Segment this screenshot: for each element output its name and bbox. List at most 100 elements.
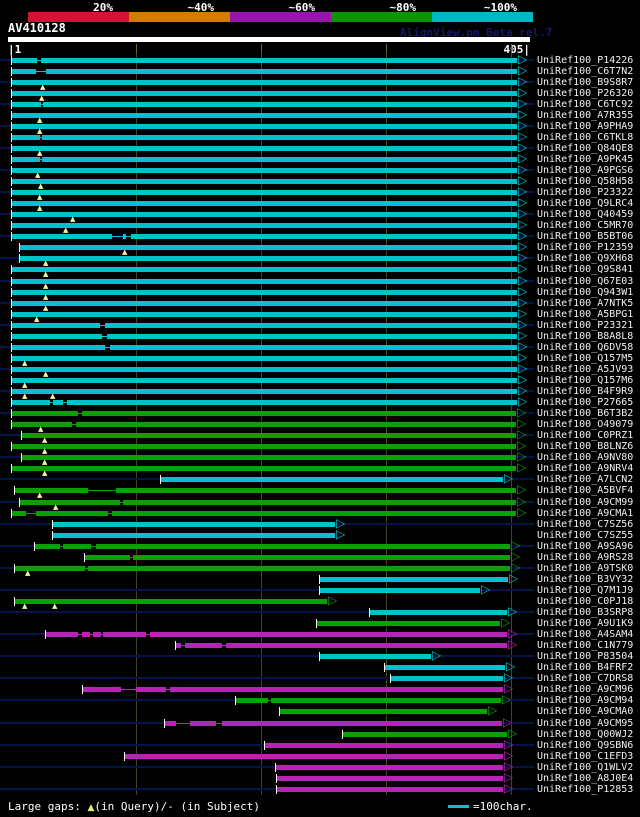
hit-label[interactable]: UniRef100_Q67E03	[537, 276, 633, 287]
hit-label[interactable]: UniRef100_P23321	[537, 320, 633, 331]
hit-label[interactable]: UniRef100_B8LNZ6	[537, 441, 633, 452]
alignment-start-tick	[11, 288, 12, 297]
hit-label[interactable]: UniRef100_A9CMA1	[537, 508, 633, 519]
hit-label[interactable]: UniRef100_Q1WLV2	[537, 762, 633, 773]
hit-label[interactable]: UniRef100_Q157M5	[537, 353, 633, 364]
hit-label[interactable]: UniRef100_C1N779	[537, 640, 633, 651]
hit-label[interactable]: UniRef100_P12359	[537, 242, 633, 253]
query-gap-mark: ▲	[38, 182, 44, 190]
hit-label[interactable]: UniRef100_A9CM99	[537, 497, 633, 508]
hit-label[interactable]: UniRef100_A9PGS6	[537, 165, 633, 176]
subject-gap-mark	[40, 135, 42, 140]
hit-label[interactable]: UniRef100_C1EFD3	[537, 751, 633, 762]
hit-label[interactable]: UniRef100_C5MR70	[537, 220, 633, 231]
hit-label[interactable]: UniRef100_C0PJ18	[537, 596, 633, 607]
hit-label[interactable]: UniRef100_A5BPG1	[537, 309, 633, 320]
hit-label[interactable]: UniRef100_A5BVF4	[537, 485, 633, 496]
hit-label[interactable]: UniRef100_Q9LRC4	[537, 198, 633, 209]
subject-gap-line	[100, 325, 105, 326]
hit-label[interactable]: UniRef100_C6TC92	[537, 99, 633, 110]
hit-label[interactable]: UniRef100_C0PRZ1	[537, 430, 633, 441]
hit-label[interactable]: UniRef100_P26320	[537, 88, 633, 99]
alignment-start-tick	[11, 398, 12, 407]
alignment-bar	[12, 400, 517, 405]
hit-label[interactable]: UniRef100_C7SZ55	[537, 530, 633, 541]
hit-label[interactable]: UniRef100_B3VY32	[537, 574, 633, 585]
alignment-bar	[46, 632, 507, 637]
subject-gap-mark	[36, 69, 46, 74]
hit-label[interactable]: UniRef100_A9RS28	[537, 552, 633, 563]
hit-label[interactable]: UniRef100_C6TKL8	[537, 132, 633, 143]
hit-label[interactable]: UniRef100_A9NRV4	[537, 463, 633, 474]
hit-label[interactable]: UniRef100_Q9SBN6	[537, 740, 633, 751]
ruler-tick-400	[511, 44, 512, 53]
hit-label[interactable]: UniRef100_A9TSK0	[537, 563, 633, 574]
alignment-start-tick	[11, 420, 12, 429]
hit-label[interactable]: UniRef100_O49079	[537, 419, 633, 430]
alignment-bar	[12, 378, 517, 383]
hit-label[interactable]: UniRef100_P83504	[537, 651, 633, 662]
hit-label[interactable]: UniRef100_A7R355	[537, 110, 633, 121]
hit-label[interactable]: UniRef100_A8J0E4	[537, 773, 633, 784]
hit-label[interactable]: UniRef100_A5JV93	[537, 364, 633, 375]
alignment-bar	[12, 301, 517, 306]
hit-label[interactable]: UniRef100_Q7M1J9	[537, 585, 633, 596]
alignment-start-tick	[369, 608, 370, 617]
hit-label[interactable]: UniRef100_B4FRF2	[537, 662, 633, 673]
hit-label[interactable]: UniRef100_Q6DV58	[537, 342, 633, 353]
subject-gap-line	[60, 546, 63, 547]
hit-label[interactable]: UniRef100_Q9S841	[537, 264, 633, 275]
query-gap-mark: ▲	[42, 436, 48, 444]
hit-label[interactable]: UniRef100_Q157M6	[537, 375, 633, 386]
ruler-tick-100	[136, 44, 137, 53]
alignment-bar	[12, 356, 517, 361]
hit-label[interactable]: UniRef100_Q58H58	[537, 176, 633, 187]
hit-label[interactable]: UniRef100_B4F9R9	[537, 386, 633, 397]
row-baseline	[0, 655, 534, 657]
hit-label[interactable]: UniRef100_A9NV80	[537, 452, 633, 463]
hit-label[interactable]: UniRef100_A9U1K9	[537, 618, 633, 629]
hit-label[interactable]: UniRef100_A9PK45	[537, 154, 633, 165]
hit-label[interactable]: UniRef100_Q9XH68	[537, 253, 633, 264]
hit-label[interactable]: UniRef100_B5BT06	[537, 231, 633, 242]
alignment-start-tick	[264, 741, 265, 750]
hit-label[interactable]: UniRef100_A9CM95	[537, 718, 633, 729]
hit-label[interactable]: UniRef100_A7LCN2	[537, 474, 633, 485]
alignment-bar	[12, 411, 516, 416]
hit-label[interactable]: UniRef100_Q943W1	[537, 287, 633, 298]
hit-label[interactable]: UniRef100_B6T3B2	[537, 408, 633, 419]
alignment-bar	[12, 190, 517, 195]
alignment-start-tick	[19, 254, 20, 263]
alignment-bar	[12, 91, 517, 96]
hit-label[interactable]: UniRef100_Q40459	[537, 209, 633, 220]
alignment-start-tick	[11, 56, 12, 65]
hit-label[interactable]: UniRef100_A9CM96	[537, 684, 633, 695]
ruler-start-label: |1	[8, 43, 22, 56]
hit-label[interactable]: UniRef100_P14226	[537, 55, 633, 66]
hit-label[interactable]: UniRef100_C7DRS8	[537, 673, 633, 684]
alignment-start-tick	[11, 188, 12, 197]
identity-scale-label-20%: 20%	[93, 1, 113, 14]
alignment-start-tick	[11, 232, 12, 241]
hit-label[interactable]: UniRef100_P27665	[537, 397, 633, 408]
hit-label[interactable]: UniRef100_A9SA96	[537, 541, 633, 552]
hit-label[interactable]: UniRef100_B9S8R7	[537, 77, 633, 88]
subject-gap-mark	[216, 721, 222, 726]
subject-gap-mark	[78, 411, 82, 416]
hit-label[interactable]: UniRef100_P12853	[537, 784, 633, 795]
hit-label[interactable]: UniRef100_A9CMA0	[537, 706, 633, 717]
hit-label[interactable]: UniRef100_P23322	[537, 187, 633, 198]
hit-label[interactable]: UniRef100_A9CM94	[537, 695, 633, 706]
hit-label[interactable]: UniRef100_A7NTK5	[537, 298, 633, 309]
hit-label[interactable]: UniRef100_C6T7N2	[537, 66, 633, 77]
hit-label[interactable]: UniRef100_B3SRP8	[537, 607, 633, 618]
alignment-end-arrow-icon: ▷	[481, 582, 491, 596]
hit-label[interactable]: UniRef100_A9PHA9	[537, 121, 633, 132]
hit-label[interactable]: UniRef100_Q84QE8	[537, 143, 633, 154]
hit-label[interactable]: UniRef100_A4SAM4	[537, 629, 633, 640]
hit-label[interactable]: UniRef100_C7SZ56	[537, 519, 633, 530]
hit-label[interactable]: UniRef100_B8A8L8	[537, 331, 633, 342]
alignment-start-tick	[14, 597, 15, 606]
alignment-end-arrow-icon: ▷	[517, 460, 527, 474]
hit-label[interactable]: UniRef100_Q00WJ2	[537, 729, 633, 740]
